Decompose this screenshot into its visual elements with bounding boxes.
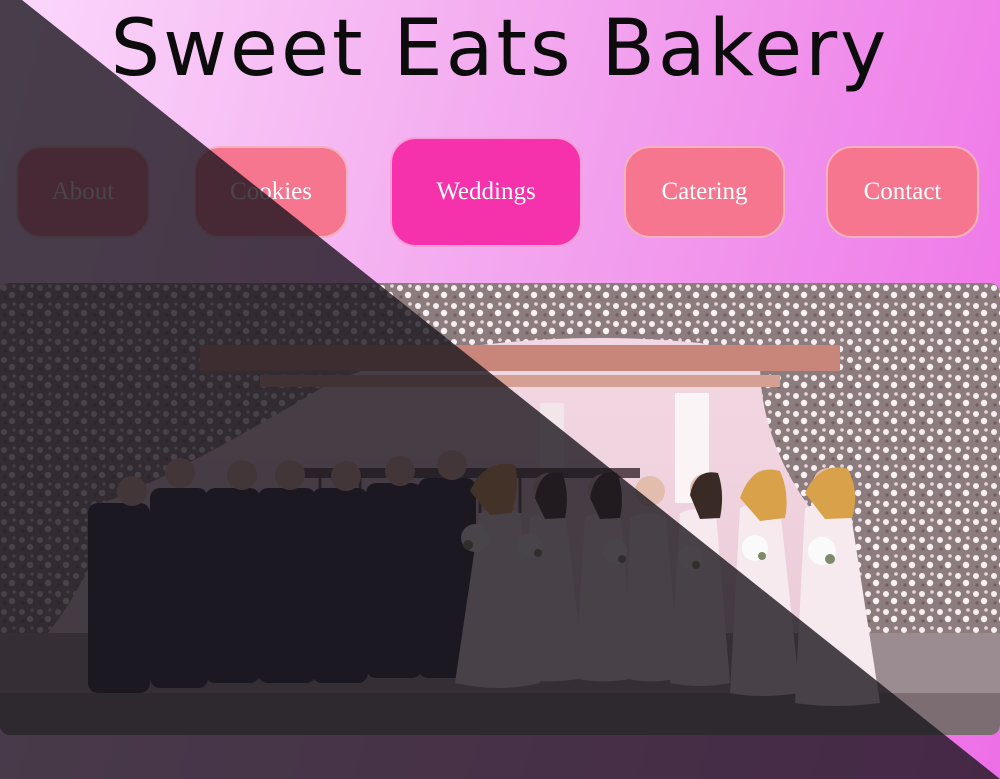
nav-cookies-button[interactable]: Cookies <box>194 146 348 238</box>
wedding-party-photo <box>0 283 1000 735</box>
site-title: Sweet Eats Bakery <box>110 4 890 94</box>
nav-weddings-button[interactable]: Weddings <box>390 137 582 247</box>
nav-about-button[interactable]: About <box>16 146 150 238</box>
page: Sweet Eats Bakery About Cookies Weddings… <box>0 0 1000 779</box>
nav-catering-button[interactable]: Catering <box>624 146 785 238</box>
nav-contact-button[interactable]: Contact <box>826 146 979 238</box>
